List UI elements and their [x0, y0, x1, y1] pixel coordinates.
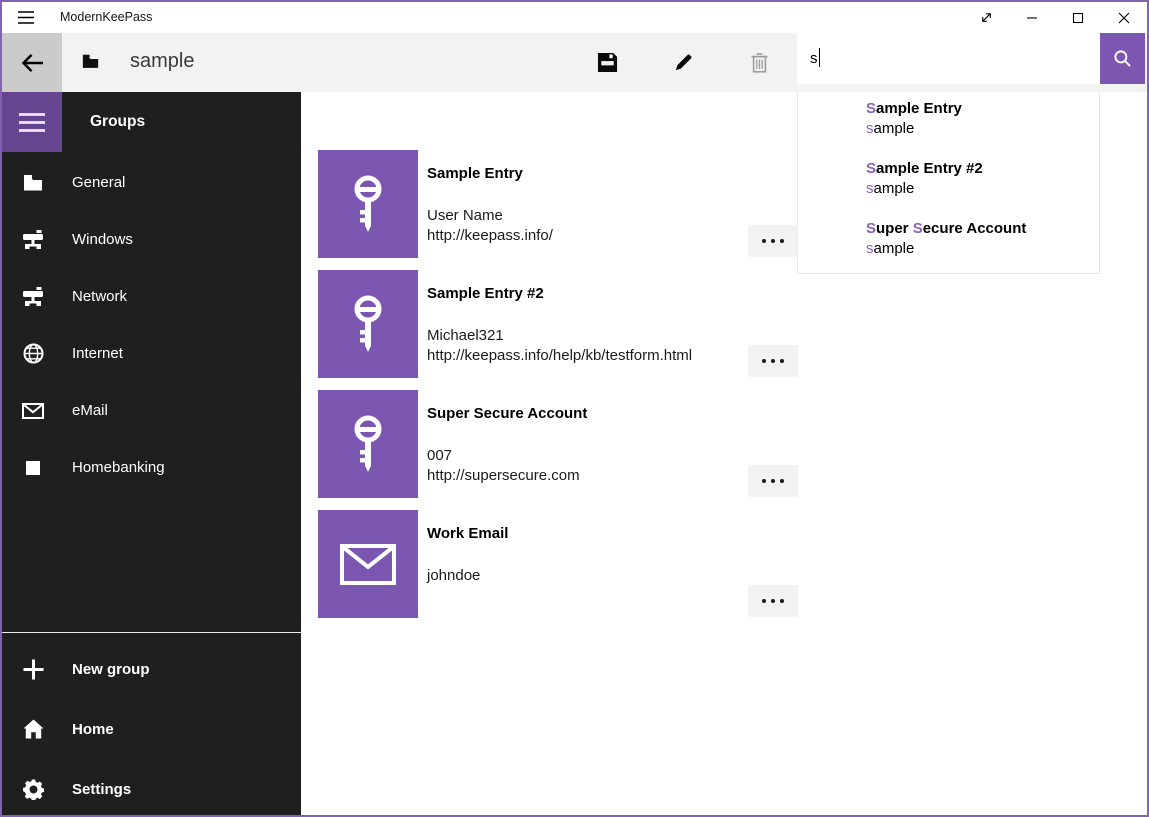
entry-tile	[318, 510, 418, 618]
entry-detail: http://keepass.info/	[427, 226, 553, 246]
entry-title: Super Secure Account	[427, 404, 587, 424]
entry-row-sample-entry-2[interactable]: Sample Entry #2 Michael321http://keepass…	[318, 270, 798, 378]
save-button[interactable]	[569, 33, 645, 92]
square-icon	[22, 457, 44, 479]
more-options-button[interactable]	[748, 585, 798, 617]
sidebar-item-network[interactable]: Network	[2, 268, 301, 325]
fullscreen-button[interactable]	[963, 2, 1009, 33]
entry-tile	[318, 150, 418, 258]
suggestion-subtitle: sample	[866, 119, 1099, 139]
globe-icon	[22, 343, 44, 365]
database-icon	[82, 54, 100, 70]
hamburger-icon	[17, 10, 35, 25]
key-icon	[348, 174, 388, 234]
entry-detail: http://keepass.info/help/kb/testform.htm…	[427, 346, 692, 366]
gear-icon	[22, 778, 44, 800]
suggestion-title: Sample Entry	[866, 99, 1099, 119]
entry-row-sample-entry[interactable]: Sample Entry User Namehttp://keepass.inf…	[318, 150, 798, 258]
maximize-button[interactable]	[1055, 2, 1101, 33]
search-suggestion[interactable]: Sample Entry sample	[866, 99, 1099, 159]
entry-row-super-secure-account[interactable]: Super Secure Account 007http://supersecu…	[318, 390, 798, 498]
network-icon	[22, 286, 44, 308]
suggestion-title: Super Secure Account	[866, 219, 1099, 239]
more-options-button[interactable]	[748, 465, 798, 497]
window-title: ModernKeePass	[60, 2, 152, 32]
entry-title: Work Email	[427, 524, 508, 544]
more-options-button[interactable]	[748, 225, 798, 257]
delete-button[interactable]	[721, 33, 797, 92]
entry-detail: User Name	[427, 206, 553, 226]
text-caret	[819, 48, 821, 67]
save-icon	[597, 52, 618, 73]
sidebar-footer: New group Home Settings	[2, 632, 301, 817]
suggestion-subtitle: sample	[866, 179, 1099, 199]
search-suggestions: Sample Entry sample Sample Entry #2 samp…	[797, 92, 1100, 274]
search-input-value: s	[810, 50, 818, 67]
nav-toggle-button[interactable]	[2, 92, 62, 152]
sidebar-item-general[interactable]: General	[2, 154, 301, 211]
suggestion-subtitle: sample	[866, 239, 1099, 259]
fullscreen-icon	[979, 10, 994, 25]
minimize-icon	[1026, 12, 1038, 24]
suggestion-title: Sample Entry #2	[866, 159, 1099, 179]
plus-icon	[22, 658, 44, 680]
sidebar-item-home[interactable]: Home	[2, 699, 301, 759]
entry-tile	[318, 270, 418, 378]
sidebar-item-settings[interactable]: Settings	[2, 759, 301, 817]
key-icon	[348, 294, 388, 354]
envelope-icon	[22, 400, 44, 422]
groups-header: Groups	[90, 92, 145, 152]
back-button[interactable]	[2, 33, 62, 92]
search-icon	[1113, 49, 1132, 68]
entry-title: Sample Entry	[427, 164, 553, 184]
window-controls	[963, 2, 1147, 33]
home-icon	[22, 718, 44, 740]
entry-title: Sample Entry #2	[427, 284, 692, 304]
close-icon	[1118, 12, 1130, 24]
search-suggestion[interactable]: Sample Entry #2 sample	[866, 159, 1099, 219]
edit-button[interactable]	[645, 33, 721, 92]
maximize-icon	[1072, 12, 1084, 24]
hamburger-icon	[18, 112, 46, 133]
sidebar-item-homebanking[interactable]: Homebanking	[2, 439, 301, 496]
entry-detail: Michael321	[427, 326, 692, 346]
network-icon	[22, 229, 44, 251]
sidebar-item-windows[interactable]: Windows	[2, 211, 301, 268]
database-title: sample	[130, 33, 194, 90]
appbar-actions	[564, 33, 797, 92]
key-icon	[348, 414, 388, 474]
entry-list: Sample Entry User Namehttp://keepass.inf…	[318, 150, 798, 630]
entry-detail: http://supersecure.com	[427, 466, 587, 486]
sidebar-item-new-group[interactable]: New group	[2, 639, 301, 699]
entry-detail: 007	[427, 446, 587, 466]
more-options-button[interactable]	[748, 345, 798, 377]
search-button[interactable]	[1100, 33, 1145, 84]
minimize-button[interactable]	[1009, 2, 1055, 33]
entry-detail: johndoe	[427, 566, 508, 586]
search-suggestion[interactable]: Super Secure Account sample	[866, 219, 1099, 279]
entry-tile	[318, 390, 418, 498]
command-bar: sample s	[2, 33, 1147, 92]
search-input[interactable]: s	[797, 33, 1100, 84]
sidebar-item-email[interactable]: eMail	[2, 382, 301, 439]
folder-icon	[22, 172, 44, 194]
envelope-icon	[340, 544, 396, 585]
sidebar: Groups General Windows Network Internet …	[2, 92, 301, 815]
trash-icon	[750, 52, 769, 73]
pencil-icon	[673, 52, 694, 73]
close-button[interactable]	[1101, 2, 1147, 33]
back-arrow-icon	[21, 53, 44, 73]
titlebar: ModernKeePass	[2, 2, 1147, 33]
app-window: ModernKeePass	[0, 0, 1149, 817]
group-list: General Windows Network Internet eMail H…	[2, 154, 301, 496]
entry-row-work-email[interactable]: Work Email johndoe	[318, 510, 798, 618]
sidebar-item-internet[interactable]: Internet	[2, 325, 301, 382]
